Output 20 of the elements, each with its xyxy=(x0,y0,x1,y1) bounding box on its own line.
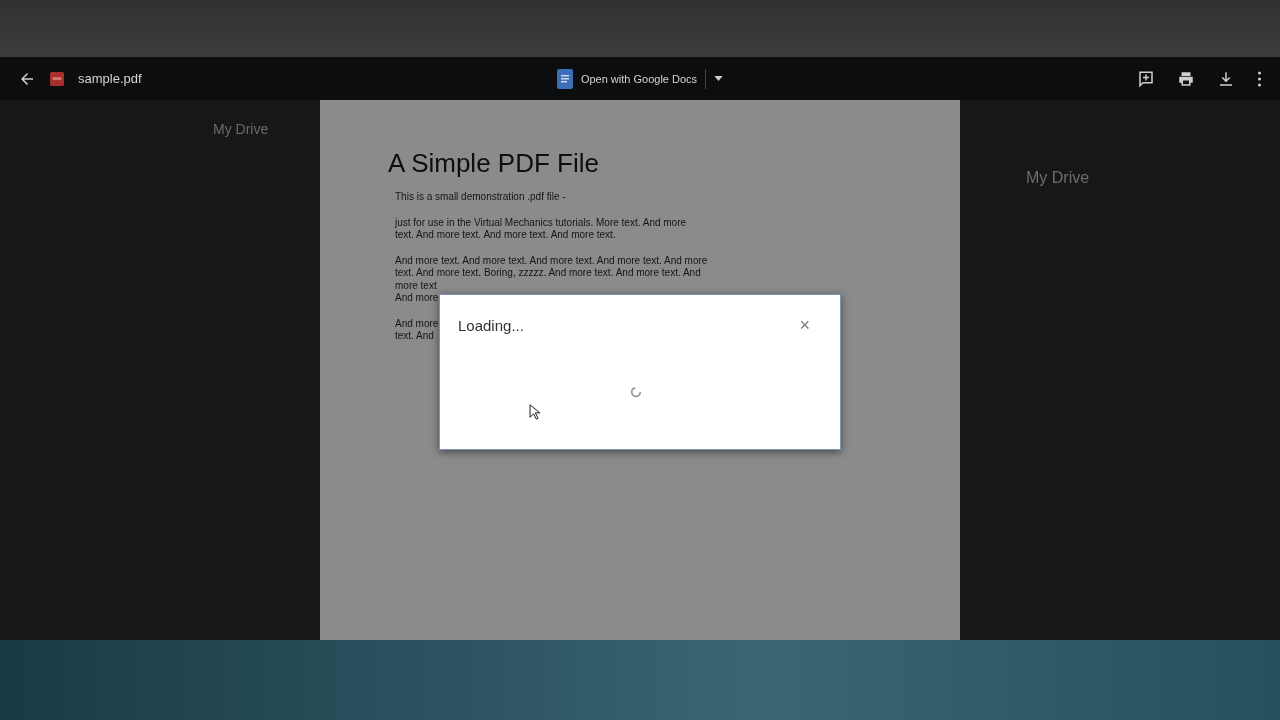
document-icon xyxy=(556,68,573,89)
file-name: sample.pdf xyxy=(78,71,142,86)
panel-title: My Drive xyxy=(1026,169,1090,186)
cursor-icon xyxy=(529,404,540,420)
spinner-icon xyxy=(630,386,642,398)
paragraph: And more text. And more text. And more text. And more text. And more text. And more text. Boring, zzzzz. And more text. And more text. And more text And more xyxy=(395,254,708,305)
print-icon[interactable] xyxy=(1177,69,1195,88)
open-with-button[interactable]: Open with Google Docs xyxy=(550,66,730,91)
document-title: A Simple PDF File xyxy=(388,148,600,179)
more-icon[interactable] xyxy=(1257,69,1262,88)
background-title: My Drive xyxy=(213,121,269,137)
pdf-file-icon xyxy=(50,71,64,86)
caret-icon[interactable] xyxy=(714,76,724,81)
paragraph: This is a small demonstration .pdf file - xyxy=(395,191,566,204)
close-button[interactable]: × xyxy=(795,315,814,336)
paragraph: And more text. And xyxy=(395,317,439,343)
dialog-title: Loading... xyxy=(458,317,524,334)
paragraph: just for use in the Virtual Mechanics tutorials. More text. And more text. And more text. And more text. And more text. xyxy=(395,216,687,242)
download-icon[interactable] xyxy=(1217,69,1235,88)
add-comment-icon[interactable] xyxy=(1137,69,1155,88)
